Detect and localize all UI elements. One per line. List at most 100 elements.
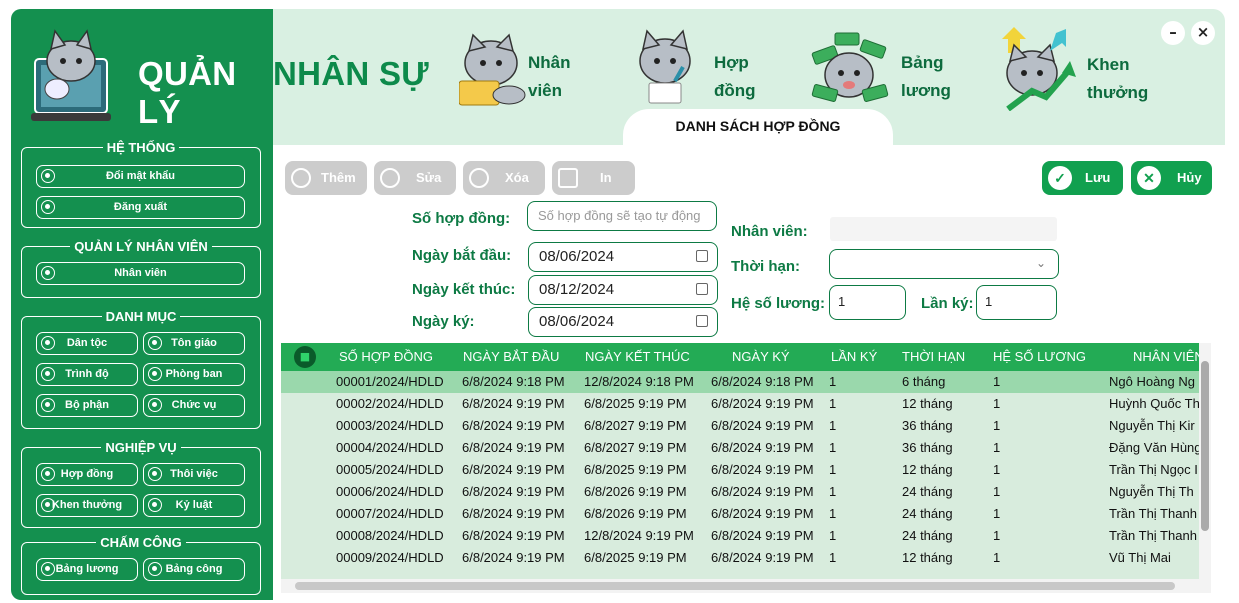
timesheet-icon <box>148 562 162 576</box>
position-button[interactable]: Chức vụ <box>143 394 245 417</box>
group-title: DANH MỤC <box>105 309 177 324</box>
scroll-thumb[interactable] <box>295 582 1175 590</box>
table-row[interactable]: 00008/2024/HDLD 6/8/2024 9:19 PM 12/8/2024… <box>281 525 1199 547</box>
coef-input[interactable]: 1 <box>829 285 906 320</box>
table-cell: 6/8/2025 9:19 PM <box>584 396 687 411</box>
table-cell: 1 <box>993 484 1001 499</box>
main-panel: NHÂN SỰ Nhân viên Hợp đồng Bảng lương Kh… <box>273 9 1225 600</box>
table-cell: 6/8/2025 9:19 PM <box>584 462 687 477</box>
table-cell: 6/8/2027 9:19 PM <box>584 418 687 433</box>
table-cell: 6/8/2024 9:19 PM <box>711 418 814 433</box>
department-button[interactable]: Phòng ban <box>143 363 245 386</box>
timesheet-button[interactable]: Bảng công <box>143 558 245 581</box>
division-button[interactable]: Bộ phận <box>36 394 138 417</box>
header: NHÂN SỰ Nhân viên Hợp đồng Bảng lương Kh… <box>273 9 1225 149</box>
table-row[interactable]: 00006/2024/HDLD 6/8/2024 9:19 PM 6/8/2026 … <box>281 481 1199 503</box>
vertical-scrollbar[interactable] <box>1199 343 1211 593</box>
close-button[interactable]: × <box>1191 21 1215 45</box>
end-date-picker[interactable]: 08/12/2024 <box>528 275 718 305</box>
contract-icon <box>41 467 55 481</box>
table-row[interactable]: 00005/2024/HDLD 6/8/2024 9:19 PM 6/8/2025 … <box>281 459 1199 481</box>
table-cell: 1 <box>829 528 837 543</box>
term-select[interactable]: ⌄ <box>829 249 1059 279</box>
table-row[interactable]: 00001/2024/HDLD 6/8/2024 9:18 PM 12/8/2024… <box>281 371 1199 393</box>
table-cell: 6/8/2024 9:19 PM <box>462 550 565 565</box>
scroll-thumb[interactable] <box>1201 361 1209 531</box>
column-header[interactable]: NGÀY KẾT THÚC <box>585 349 690 364</box>
payroll-button[interactable]: Bảng lương <box>36 558 138 581</box>
table-cell: 36 tháng <box>902 440 953 455</box>
lock-icon <box>41 169 55 183</box>
minimize-button[interactable]: – <box>1161 21 1185 45</box>
nav-reward[interactable]: Khen thưởng <box>996 21 1156 131</box>
column-header[interactable]: LẦN KÝ <box>831 349 877 364</box>
religion-button[interactable]: Tôn giáo <box>143 332 245 355</box>
table-cell: 6/8/2024 9:19 PM <box>711 484 814 499</box>
table-row[interactable]: 00007/2024/HDLD 6/8/2024 9:19 PM 6/8/2026 … <box>281 503 1199 525</box>
sign-date-label: Ngày ký: <box>412 313 475 330</box>
horizontal-scrollbar[interactable] <box>281 579 1199 593</box>
table-cell: Huỳnh Quốc Th <box>1109 396 1200 411</box>
contract-no-input[interactable]: Số hợp đồng sẽ tạo tự động <box>527 201 717 231</box>
table-cell: 6/8/2024 9:19 PM <box>711 506 814 521</box>
start-date-picker[interactable]: 08/06/2024 <box>528 242 718 272</box>
sign-date-picker[interactable]: 08/06/2024 <box>528 307 718 337</box>
education-button[interactable]: Trình độ <box>36 363 138 386</box>
ethnicity-icon <box>41 336 55 350</box>
column-header[interactable]: SỐ HỢP ĐỒNG <box>339 349 433 364</box>
table-cell: 00001/2024/HDLD <box>336 374 444 389</box>
table-cell: 6/8/2027 9:19 PM <box>584 440 687 455</box>
employee-button[interactable]: Nhân viên <box>36 262 245 285</box>
table-cell: Vũ Thị Mai <box>1109 550 1171 565</box>
employee-select[interactable] <box>830 217 1057 241</box>
table-cell: 6/8/2024 9:19 PM <box>462 528 565 543</box>
discipline-button[interactable]: Kỷ luật <box>143 494 245 517</box>
table-row[interactable]: 00009/2024/HDLD 6/8/2024 9:19 PM 6/8/2025 … <box>281 547 1199 569</box>
change-password-button[interactable]: Đổi mật khẩu <box>36 165 245 188</box>
x-icon: ✕ <box>1137 166 1161 190</box>
cancel-button[interactable]: ✕ Hủy <box>1131 161 1212 195</box>
column-header[interactable]: NHÂN VIÊN <box>1133 349 1204 364</box>
table-cell: 1 <box>993 506 1001 521</box>
table-cell: 00009/2024/HDLD <box>336 550 444 565</box>
pencil-icon <box>380 168 400 188</box>
tab-contract-list[interactable]: DANH SÁCH HỢP ĐỒNG <box>623 109 893 149</box>
logout-button[interactable]: Đăng xuất <box>36 196 245 219</box>
column-header[interactable]: NGÀY KÝ <box>732 349 790 364</box>
cat-laptop-icon <box>459 33 526 106</box>
save-button[interactable]: ✓ Lưu <box>1042 161 1123 195</box>
group-title: NGHIỆP VỤ <box>105 440 177 455</box>
table-row[interactable]: 00004/2024/HDLD 6/8/2024 9:19 PM 6/8/2027 … <box>281 437 1202 459</box>
add-button[interactable]: Thêm <box>285 161 367 195</box>
table-cell: 1 <box>829 484 837 499</box>
logout-icon <box>41 200 55 214</box>
reward-button[interactable]: Khen thưởng <box>36 494 138 517</box>
table-cell: 1 <box>993 440 1001 455</box>
column-header[interactable]: NGÀY BẮT ĐẦU <box>463 349 559 364</box>
table-cell: 6/8/2024 9:19 PM <box>462 506 565 521</box>
column-header[interactable]: HỆ SỐ LƯƠNG <box>993 349 1086 364</box>
calendar-icon <box>696 283 708 295</box>
contract-no-label: Số hợp đồng: <box>412 210 511 227</box>
calendar-icon <box>696 250 708 262</box>
print-button[interactable]: In <box>552 161 635 195</box>
times-input[interactable]: 1 <box>976 285 1057 320</box>
table-cell: 1 <box>829 462 837 477</box>
table-cell: 24 tháng <box>902 484 953 499</box>
ethnicity-button[interactable]: Dân tộc <box>36 332 138 355</box>
table-cell: 6/8/2024 9:19 PM <box>711 462 814 477</box>
resignation-button[interactable]: Thôi việc <box>143 463 245 486</box>
column-header[interactable]: THỜI HẠN <box>902 349 965 364</box>
table-cell: 00008/2024/HDLD <box>336 528 444 543</box>
contract-button[interactable]: Hợp đồng <box>36 463 138 486</box>
user-icon <box>41 266 55 280</box>
employee-label: Nhân viên: <box>731 223 808 240</box>
delete-button[interactable]: Xóa <box>463 161 545 195</box>
trash-icon[interactable]: ■ <box>294 346 316 368</box>
table-row[interactable]: 00003/2024/HDLD 6/8/2024 9:19 PM 6/8/2027 … <box>281 415 1199 437</box>
edit-button[interactable]: Sửa <box>374 161 456 195</box>
nav-label: Bảng lương <box>901 53 951 100</box>
table-row[interactable]: 00002/2024/HDLD 6/8/2024 9:19 PM 6/8/2025 … <box>281 393 1200 415</box>
table-cell: 1 <box>993 550 1001 565</box>
nav-employee[interactable]: Nhân viên <box>459 21 589 131</box>
